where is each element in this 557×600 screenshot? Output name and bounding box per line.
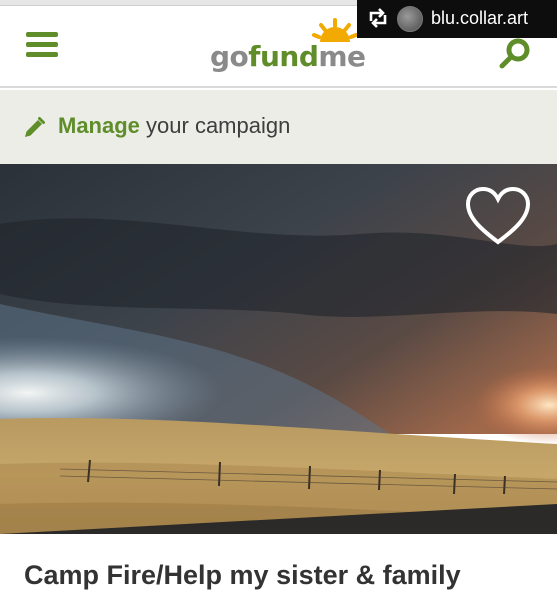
gofundme-logo[interactable]: gofundme bbox=[210, 40, 366, 80]
logo-text-go: go bbox=[210, 40, 249, 73]
heart-icon[interactable] bbox=[462, 184, 534, 248]
logo-text-me: me bbox=[318, 40, 366, 73]
campaign-title: Camp Fire/Help my sister & family bbox=[24, 560, 461, 590]
logo-sun-icon bbox=[312, 18, 358, 42]
manage-campaign-link[interactable]: Manage your campaign bbox=[58, 113, 290, 139]
repost-icon bbox=[367, 8, 389, 28]
search-icon[interactable] bbox=[498, 36, 534, 72]
campaign-label: your campaign bbox=[139, 113, 291, 138]
repost-badge[interactable]: blu.collar.art bbox=[357, 0, 557, 38]
pencil-icon bbox=[25, 117, 45, 137]
repost-username[interactable]: blu.collar.art bbox=[431, 8, 528, 29]
logo-text-fund: fund bbox=[248, 40, 319, 73]
manage-label: Manage bbox=[58, 113, 140, 138]
avatar[interactable] bbox=[397, 6, 423, 32]
hamburger-menu-icon[interactable] bbox=[26, 30, 58, 60]
